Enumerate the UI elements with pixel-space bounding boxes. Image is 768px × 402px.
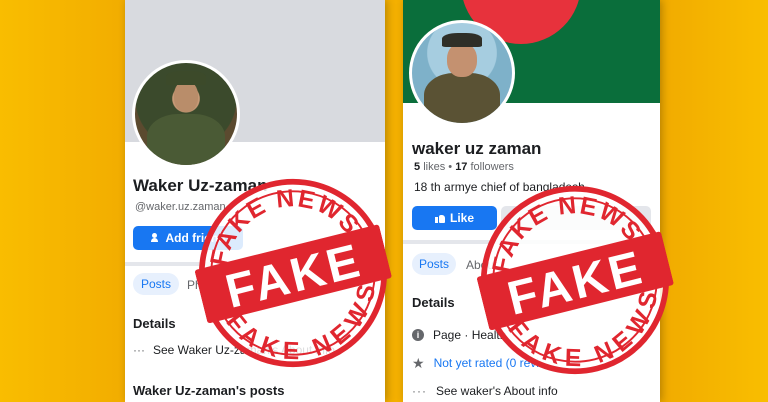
thumbs-up-icon <box>434 213 445 223</box>
add-person-icon <box>150 233 161 243</box>
avatar-cap <box>165 71 207 86</box>
avatar-uniform <box>147 114 225 165</box>
page-avatar[interactable] <box>409 20 515 126</box>
avatar-uniform <box>424 73 500 123</box>
info-icon: i <box>412 329 424 341</box>
profile-avatar[interactable] <box>132 60 240 168</box>
page-name: waker uz zaman <box>412 139 542 158</box>
yellow-background-left <box>0 0 125 402</box>
more-dots-icon: ··· <box>412 384 427 398</box>
tab-posts[interactable]: Posts <box>412 253 456 275</box>
posts-heading: Waker Uz-zaman's posts <box>133 383 285 398</box>
followers-count: 17 <box>455 161 468 173</box>
more-dots-icon: ··· <box>133 343 145 357</box>
page-stats: 5 likes • 17 followers <box>414 161 514 173</box>
likes-count: 5 <box>414 161 421 173</box>
avatar-face <box>173 81 199 112</box>
details-heading: Details <box>412 295 455 310</box>
tab-posts[interactable]: Posts <box>133 273 179 295</box>
likes-label: likes <box>423 161 446 173</box>
followers-label: followers <box>470 161 514 173</box>
details-heading: Details <box>133 316 176 331</box>
star-icon: ★ <box>412 355 425 371</box>
avatar-face <box>447 43 477 77</box>
avatar-hair <box>442 33 482 47</box>
